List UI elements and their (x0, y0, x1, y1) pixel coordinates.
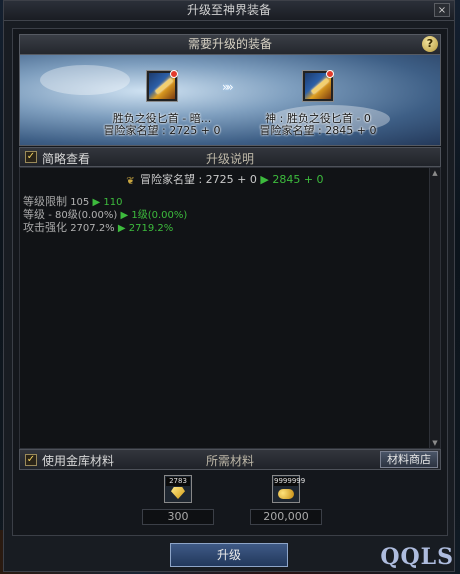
material-count: 9999999 (274, 477, 306, 486)
source-item-icon[interactable] (146, 70, 178, 102)
stat-row: 等级 - 80级(0.00%) ▶ 1级(0.00%) (23, 208, 187, 221)
scroll-down-icon[interactable]: ▼ (430, 438, 440, 448)
stat-new: 1级(0.00%) (131, 210, 188, 221)
stat-name: 等级限制 (23, 195, 67, 208)
stat-name: 等级 (23, 208, 45, 221)
dagger-icon (311, 78, 329, 94)
upgrade-desc-title: 升级说明 (205, 152, 254, 166)
stat-old: 105 (70, 197, 90, 208)
cloud-decoration (40, 65, 130, 95)
watermark-logo: QQLS (380, 544, 454, 570)
required-equipment-header: 需要升级的装备 ? (19, 34, 441, 55)
dagger-icon (155, 78, 173, 94)
scroll-up-icon[interactable]: ▲ (430, 168, 440, 178)
green-arrow-icon: ▶ (117, 223, 126, 234)
material-slot-gem[interactable]: 2783 (164, 475, 192, 503)
reputation-line: ❦ 冒险家名望 : 2725 + 0 ▶ 2845 + 0 (20, 171, 428, 187)
stat-name: 攻击强化 (23, 221, 67, 234)
crest-icon: ❦ (126, 176, 135, 187)
upgrade-description-area: ❦ 冒险家名望 : 2725 + 0 ▶ 2845 + 0 等级限制 105 ▶… (19, 167, 441, 449)
upgrade-arrow-icon: »» (222, 80, 234, 94)
material-count: 2783 (166, 477, 190, 486)
green-arrow-icon: ▶ (120, 210, 129, 221)
help-icon[interactable]: ? (422, 36, 438, 52)
stat-old: 2707.2% (70, 223, 115, 234)
source-item-reputation: 冒险家名望 : 2725 + 0 (103, 124, 221, 137)
material-required: 200,000 (250, 509, 322, 525)
dialog-title: 升级至神界装备 (4, 1, 454, 21)
target-item-reputation: 冒险家名望 : 2845 + 0 (259, 124, 377, 137)
stat-new: 110 (103, 197, 123, 208)
material-slot-gold[interactable]: 9999999 (272, 475, 306, 503)
close-button[interactable]: × (434, 3, 450, 17)
gold-coins-icon (278, 489, 294, 499)
stat-row: 攻击强化 2707.2% ▶ 2719.2% (23, 221, 187, 234)
gem-icon (171, 487, 185, 499)
upgrade-preview-panel: »» 胜负之役匕首 - 暗... 冒险家名望 : 2725 + 0 神 : 胜负… (19, 55, 441, 146)
required-equipment-title: 需要升级的装备 (187, 37, 272, 51)
target-item-icon[interactable] (302, 70, 334, 102)
materials-title: 所需材料 (205, 454, 254, 468)
upgrade-dialog: 升级至神界装备 × 需要升级的装备 ? »» 胜负之役匕首 - 暗... 冒险家… (3, 0, 455, 572)
stat-row: 等级限制 105 ▶ 110 (23, 195, 187, 208)
dialog-body: 需要升级的装备 ? »» 胜负之役匕首 - 暗... 冒险家名望 : 2725 … (12, 28, 448, 536)
description-scrollbar[interactable]: ▲ ▼ (429, 168, 440, 448)
green-arrow-icon: ▶ (260, 173, 269, 186)
material-shop-button[interactable]: 材料商店 (380, 451, 438, 468)
stat-old: - 80级(0.00%) (48, 210, 118, 221)
green-arrow-icon: ▶ (92, 197, 101, 208)
brief-view-bar: ✓ 简略查看 升级说明 (19, 147, 441, 167)
reputation-new: 2845 + 0 (272, 173, 324, 186)
material-required: 300 (142, 509, 214, 525)
stat-new: 2719.2% (128, 223, 174, 234)
stat-list: 等级限制 105 ▶ 110 等级 - 80级(0.00%) ▶ 1级(0.00… (23, 195, 187, 234)
materials-bar: ✓ 使用金库材料 所需材料 材料商店 (19, 449, 441, 470)
reputation-old: 冒险家名望 : 2725 + 0 (139, 173, 257, 186)
upgrade-button[interactable]: 升级 (170, 543, 288, 567)
